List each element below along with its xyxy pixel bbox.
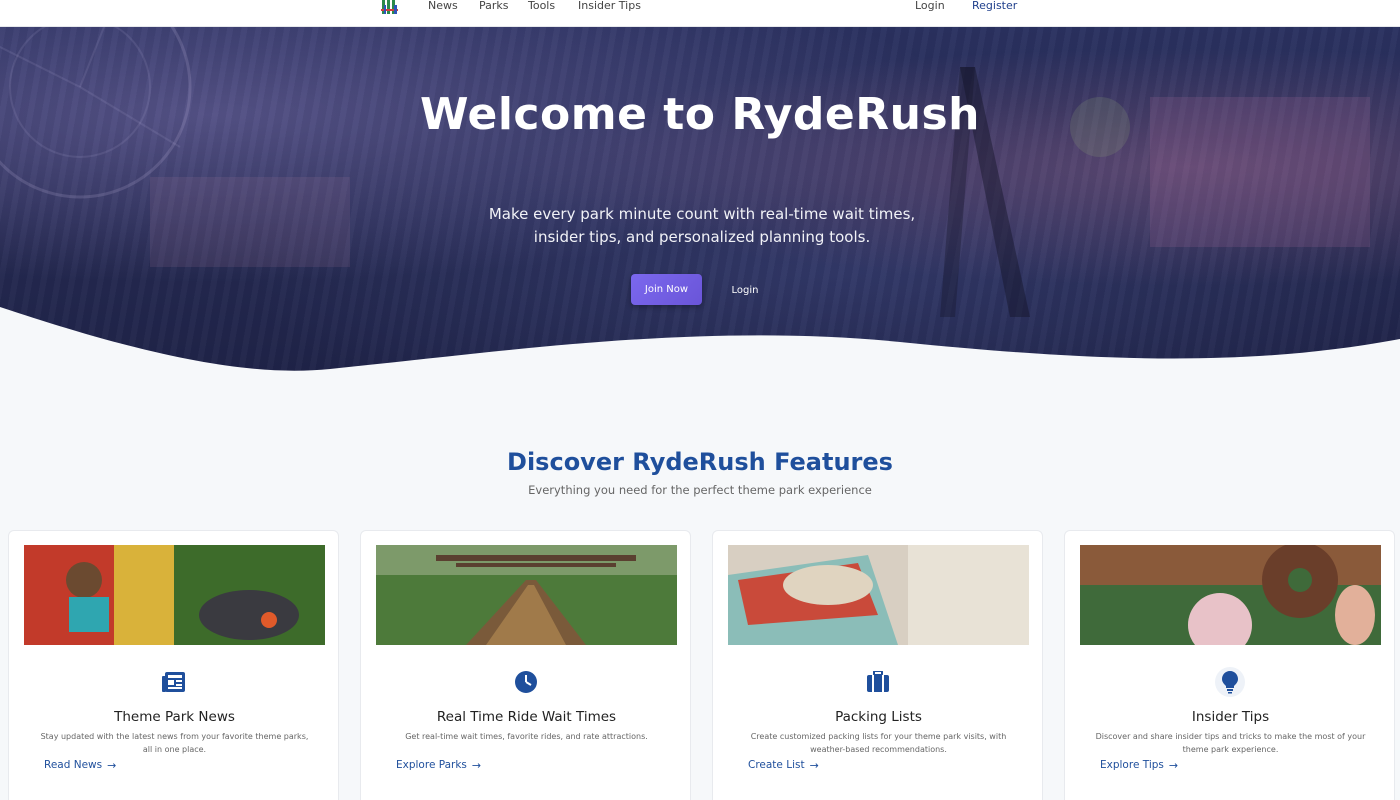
suitcase-icon	[863, 667, 893, 697]
carousel-child-image	[728, 545, 1029, 645]
card-description: Get real-time wait times, favorite rides…	[405, 732, 648, 741]
join-now-button[interactable]: Join Now	[631, 274, 702, 305]
card-description: Discover and share insider tips and tric…	[1095, 732, 1366, 754]
nav-news-link[interactable]: News	[428, 0, 458, 12]
feature-card-tips: Insider Tips Discover and share insider …	[1064, 530, 1395, 800]
nav-insider-tips-link[interactable]: Insider Tips	[578, 0, 641, 12]
card-description: Create customized packing lists for your…	[750, 732, 1007, 754]
hero-section: Welcome to RydeRush Make every park minu…	[0, 27, 1400, 377]
arrow-right-icon: →	[809, 759, 819, 772]
card-title: Insider Tips	[1191, 709, 1270, 725]
nav-tools-link[interactable]: Tools	[528, 0, 555, 12]
features-subtitle: Everything you need for the perfect them…	[528, 483, 872, 497]
features-title: Discover RydeRush Features	[507, 448, 893, 476]
card-link-label: Create List	[748, 759, 805, 771]
nav-login-link[interactable]: Login	[915, 0, 945, 12]
hero-wave-divider	[0, 307, 1400, 377]
arrow-right-icon: →	[471, 759, 482, 772]
ryderush-logo[interactable]	[381, 0, 399, 15]
card-link-label: Explore Tips	[1100, 759, 1164, 771]
card-link-label: Explore Parks	[396, 759, 467, 771]
card-description: Stay updated with the latest news from y…	[40, 732, 309, 754]
feature-card-packing: Packing Lists Create customized packing …	[712, 530, 1043, 800]
card-title: Theme Park News	[114, 709, 235, 725]
hero-subtitle: Make every park minute count with real-t…	[488, 205, 916, 246]
card-title: Real Time Ride Wait Times	[436, 709, 617, 725]
carousel-child-image	[1080, 545, 1381, 645]
feature-card-news: Theme Park News Stay updated with the la…	[8, 530, 339, 800]
read-news-link[interactable]: Read News →	[44, 759, 116, 772]
explore-parks-link[interactable]: Explore Parks →	[396, 759, 481, 772]
lightbulb-icon	[1215, 667, 1245, 697]
hero-title: Welcome to RydeRush	[420, 89, 980, 140]
feature-card-wait-times: Real Time Ride Wait Times Get real-time …	[360, 530, 691, 800]
carousel-child-image	[376, 545, 677, 645]
hero-login-button[interactable]: Login	[722, 281, 768, 299]
card-link-label: Read News	[44, 759, 103, 771]
arrow-right-icon: →	[107, 759, 117, 772]
arrow-right-icon: →	[1168, 759, 1179, 772]
nav-register-link[interactable]: Register	[972, 0, 1017, 12]
nav-parks-link[interactable]: Parks	[479, 0, 509, 12]
clock-icon	[511, 667, 541, 697]
card-title: Packing Lists	[835, 709, 922, 725]
newspaper-icon	[159, 667, 189, 697]
navbar: News Parks Tools Insider Tips Login Regi…	[0, 0, 1400, 27]
explore-tips-link[interactable]: Explore Tips →	[1100, 759, 1178, 772]
create-list-link[interactable]: Create List →	[748, 759, 819, 772]
carousel-child-image	[24, 545, 325, 645]
